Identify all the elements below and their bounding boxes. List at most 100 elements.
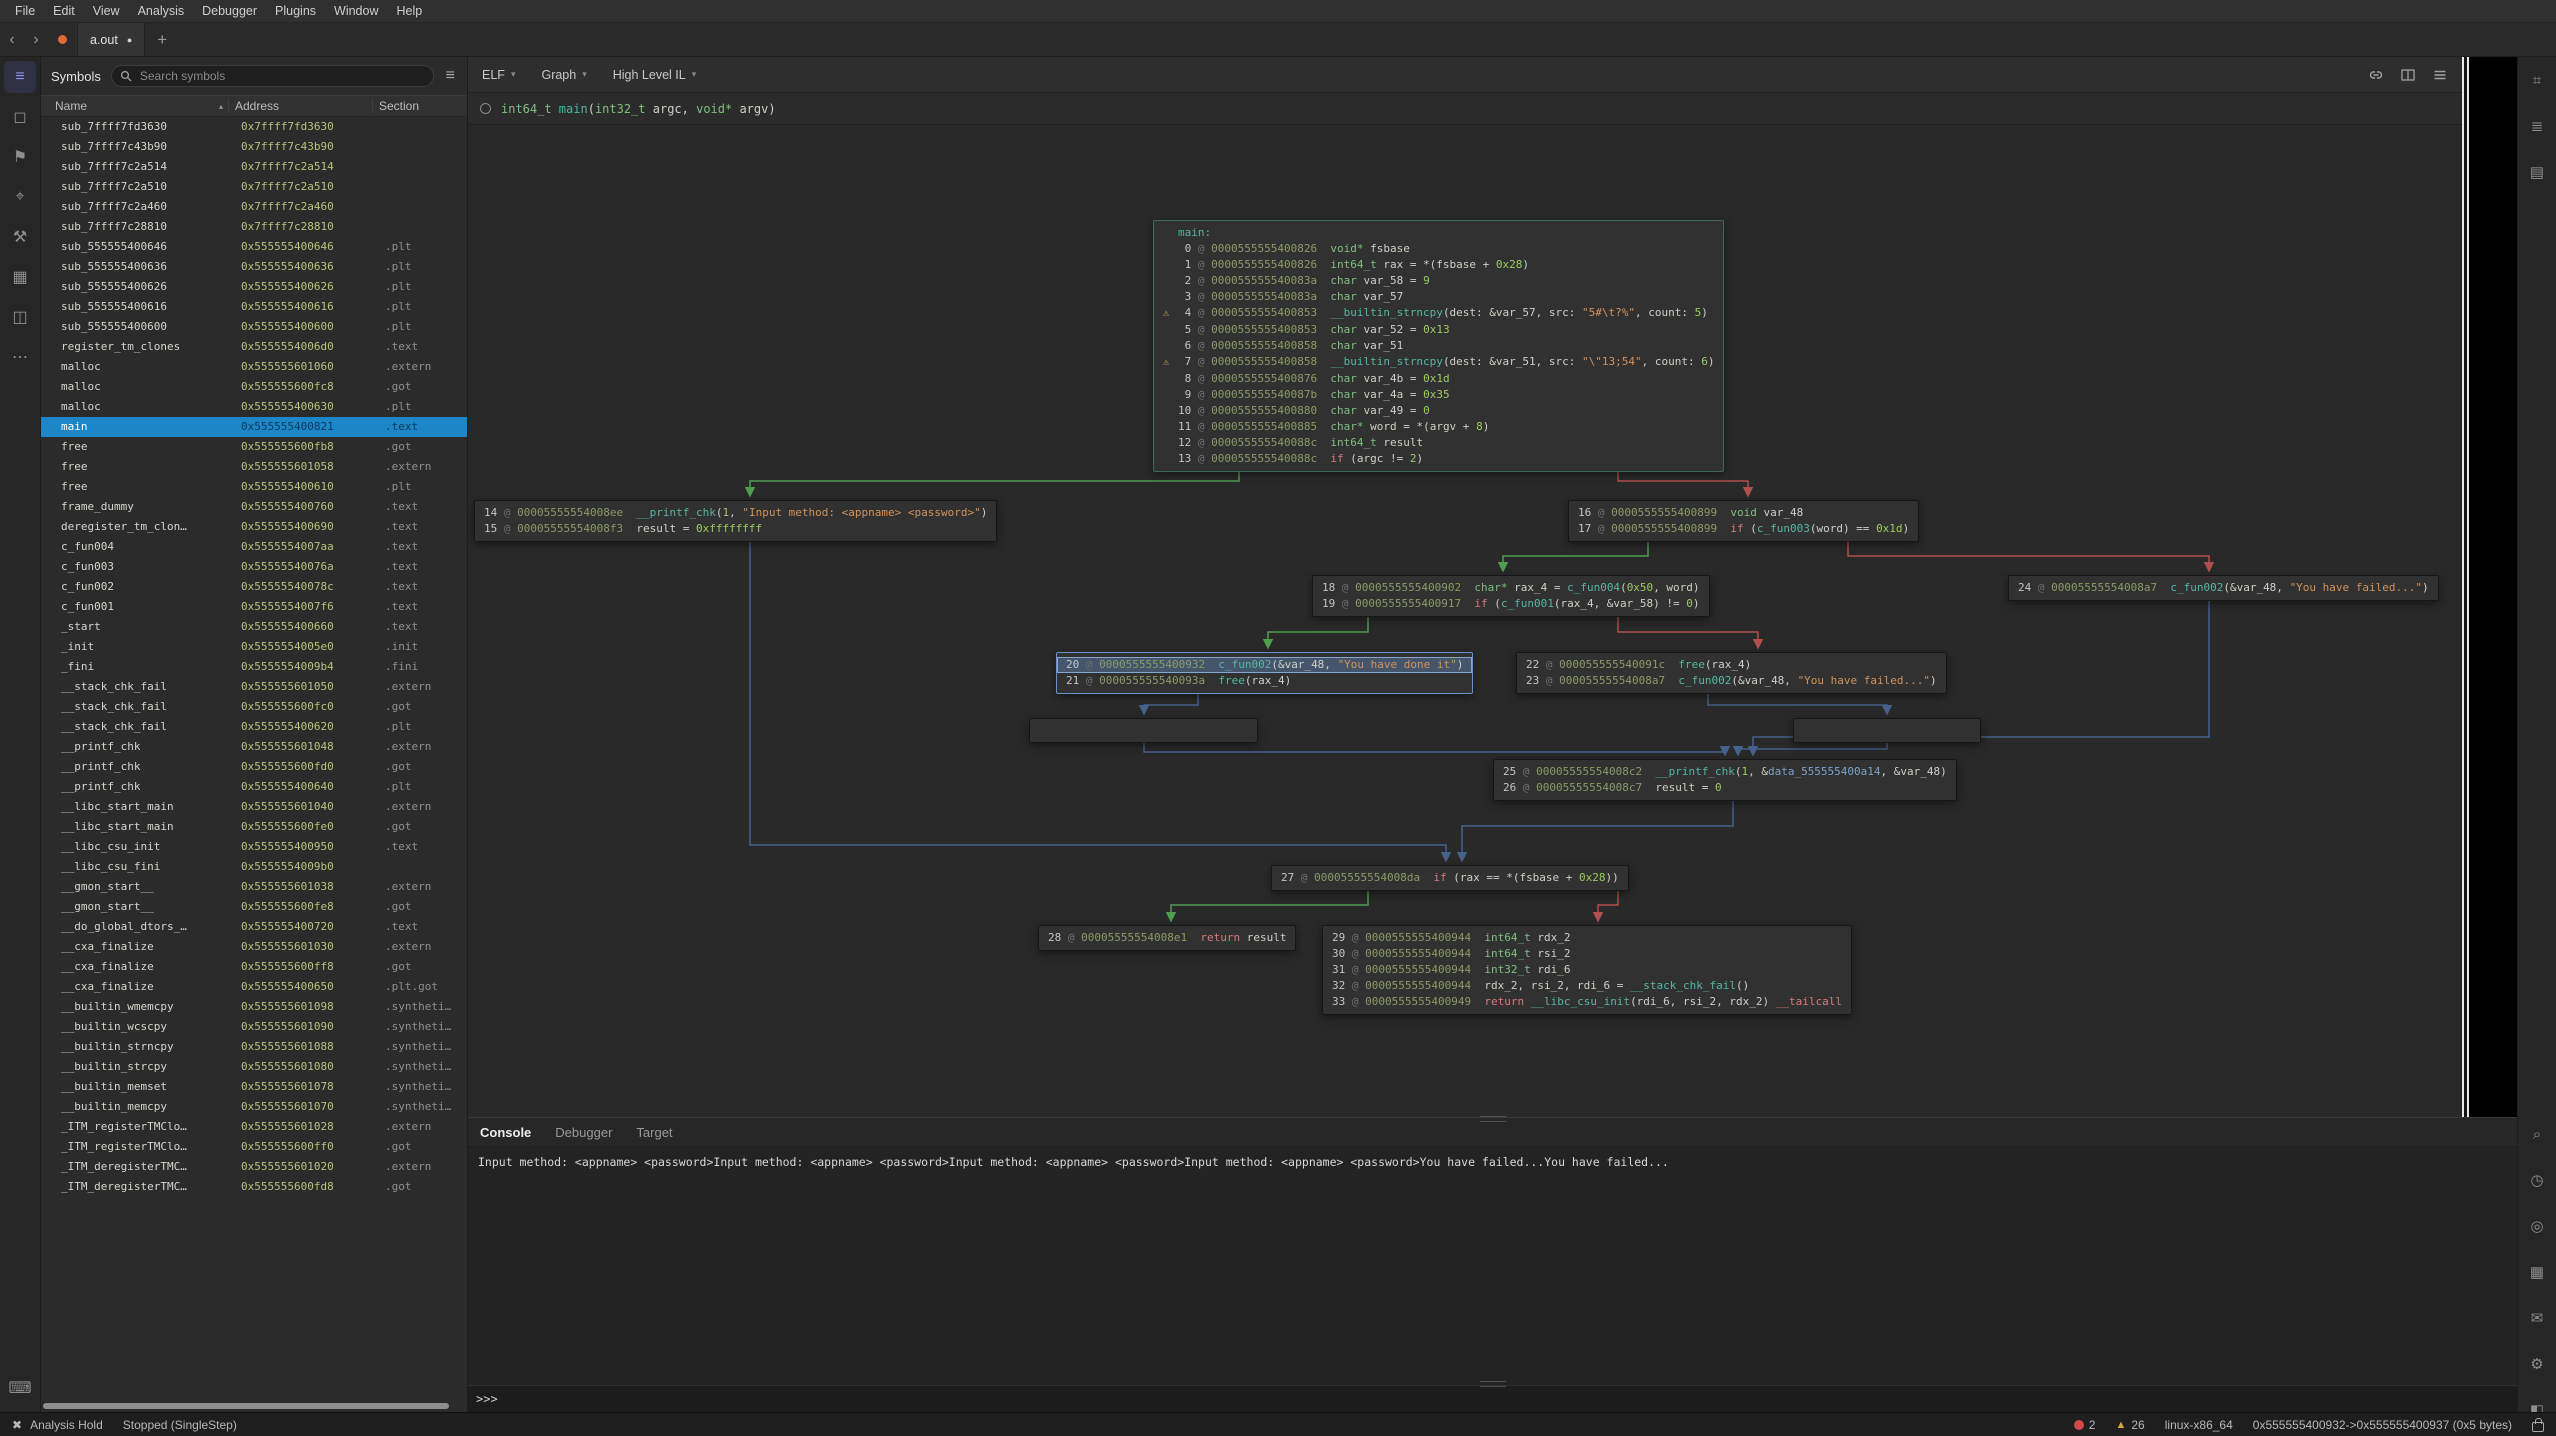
- menu-help[interactable]: Help: [388, 4, 432, 18]
- settings-icon[interactable]: ⚙: [2522, 1349, 2552, 1379]
- symbol-row[interactable]: _ITM_deregisterTMC…0x555555600fd8.got: [41, 1177, 467, 1197]
- graph-line[interactable]: 11 @ 0000555555400885 char* word = *(arg…: [1154, 419, 1723, 435]
- symbol-row[interactable]: sub_5555554006360x555555400636.plt: [41, 257, 467, 277]
- symbol-row[interactable]: __libc_csu_fini0x5555554009b0: [41, 857, 467, 877]
- find-results-icon[interactable]: ⌕: [2522, 1119, 2552, 1149]
- symbol-row[interactable]: free0x555555601058.extern: [41, 457, 467, 477]
- graph-node-b8[interactable]: 25 @ 00005555554008c2 __printf_chk(1, &d…: [1493, 759, 1957, 801]
- graph-line[interactable]: 26 @ 00005555554008c7 result = 0: [1494, 780, 1956, 796]
- symbol-row[interactable]: deregister_tm_clon…0x555555400690.text: [41, 517, 467, 537]
- symbol-row[interactable]: _ITM_registerTMClo…0x555555600ff0.got: [41, 1137, 467, 1157]
- sections-icon[interactable]: ▦: [4, 261, 36, 293]
- graph-node-main[interactable]: main: 0 @ 0000555555400826 void* fsbase …: [1153, 220, 1724, 472]
- column-header-name[interactable]: Name▴: [41, 99, 228, 113]
- graph-line[interactable]: 2 @ 000055555540083a char var_58 = 9: [1154, 273, 1723, 289]
- symbol-row[interactable]: sub_7ffff7c2a5100x7ffff7c2a510: [41, 177, 467, 197]
- symbol-row[interactable]: __printf_chk0x555555600fd0.got: [41, 757, 467, 777]
- stop-analysis-icon[interactable]: ✖: [12, 1418, 22, 1432]
- feature-map[interactable]: [2462, 57, 2517, 1117]
- symbol-row[interactable]: __printf_chk0x555555601048.extern: [41, 737, 467, 757]
- graph-line[interactable]: 1 @ 0000555555400826 int64_t rax = *(fsb…: [1154, 257, 1723, 273]
- symbol-row[interactable]: malloc0x555555601060.extern: [41, 357, 467, 377]
- graph-line[interactable]: 9 @ 000055555540087b char var_4a = 0x35: [1154, 387, 1723, 403]
- graph-canvas[interactable]: main: 0 @ 0000555555400826 void* fsbase …: [468, 125, 2462, 1117]
- console-splitter-handle[interactable]: [1480, 1116, 1506, 1122]
- graph-node-b2[interactable]: 14 @ 00005555554008ee __printf_chk(1, "I…: [474, 500, 997, 542]
- tags-icon[interactable]: ⚑: [4, 141, 36, 173]
- hscrollbar-thumb[interactable]: [43, 1403, 449, 1409]
- graph-line[interactable]: 32 @ 0000555555400944 rdx_2, rsi_2, rdi_…: [1323, 978, 1851, 994]
- symbol-row[interactable]: _fini0x5555554009b4.fini: [41, 657, 467, 677]
- graph-node-b9[interactable]: 27 @ 00005555554008da if (rax == *(fsbas…: [1271, 865, 1629, 891]
- graph-line[interactable]: 13 @ 000055555540088c if (argc != 2): [1154, 451, 1723, 467]
- console-tab-debugger[interactable]: Debugger: [555, 1125, 612, 1140]
- menu-view[interactable]: View: [84, 4, 129, 18]
- prompt-splitter-handle[interactable]: [1480, 1381, 1506, 1387]
- graph-line[interactable]: 30 @ 0000555555400944 int64_t rsi_2: [1323, 946, 1851, 962]
- symbol-row[interactable]: __builtin_memcpy0x555555601070.syntheti…: [41, 1097, 467, 1117]
- history-icon[interactable]: ◷: [2522, 1165, 2552, 1195]
- memory-map-icon[interactable]: ⌖: [4, 181, 36, 213]
- mini-graph-icon[interactable]: ◫: [4, 301, 36, 333]
- symbol-row[interactable]: __cxa_finalize0x555555600ff8.got: [41, 957, 467, 977]
- symbol-row[interactable]: sub_7ffff7c43b900x7ffff7c43b90: [41, 137, 467, 157]
- symbol-row[interactable]: c_fun0020x55555540078c.text: [41, 577, 467, 597]
- graph-node-b10[interactable]: 28 @ 00005555554008e1 return result: [1038, 925, 1296, 951]
- symbol-row[interactable]: sub_7ffff7c2a5140x7ffff7c2a514: [41, 157, 467, 177]
- menu-plugins[interactable]: Plugins: [266, 4, 325, 18]
- symbol-row[interactable]: __stack_chk_fail0x555555601050.extern: [41, 677, 467, 697]
- symbol-row[interactable]: _ITM_registerTMClo…0x555555601028.extern: [41, 1117, 467, 1137]
- graph-line[interactable]: 20 @ 0000555555400932 c_fun002(&var_48, …: [1057, 657, 1472, 673]
- graph-line[interactable]: 6 @ 0000555555400858 char var_51: [1154, 338, 1723, 354]
- memory-view-icon[interactable]: ▦: [2522, 1257, 2552, 1287]
- tab-aout[interactable]: a.out ●: [77, 23, 145, 56]
- stack-trace-icon[interactable]: ≣: [2522, 111, 2552, 141]
- types-icon[interactable]: ◻: [4, 101, 36, 133]
- terminal-icon[interactable]: ⌨: [4, 1372, 36, 1404]
- symbol-row[interactable]: __gmon_start__0x555555601038.extern: [41, 877, 467, 897]
- symbol-row[interactable]: free0x555555600fb8.got: [41, 437, 467, 457]
- graph-node-empty2[interactable]: [1793, 718, 1981, 743]
- menu-debugger[interactable]: Debugger: [193, 4, 266, 18]
- graph-node-b5[interactable]: 24 @ 00005555554008a7 c_fun002(&var_48, …: [2008, 575, 2439, 601]
- symbol-row[interactable]: free0x555555400610.plt: [41, 477, 467, 497]
- symbol-row[interactable]: sub_5555554006160x555555400616.plt: [41, 297, 467, 317]
- symbol-row[interactable]: __stack_chk_fail0x555555400620.plt: [41, 717, 467, 737]
- error-count-badge[interactable]: 2: [2074, 1418, 2096, 1432]
- symbol-row[interactable]: __do_global_dtors_…0x555555400720.text: [41, 917, 467, 937]
- symbol-row[interactable]: __cxa_finalize0x555555400650.plt.got: [41, 977, 467, 997]
- symbol-row[interactable]: __builtin_memset0x555555601078.syntheti…: [41, 1077, 467, 1097]
- notifications-icon[interactable]: ✉: [2522, 1303, 2552, 1333]
- graph-line[interactable]: 28 @ 00005555554008e1 return result: [1039, 930, 1295, 946]
- symbol-row[interactable]: sub_5555554006460x555555400646.plt: [41, 237, 467, 257]
- symbol-row[interactable]: __stack_chk_fail0x555555600fc0.got: [41, 697, 467, 717]
- graph-node-b4[interactable]: 18 @ 0000555555400902 char* rax_4 = c_fu…: [1312, 575, 1710, 617]
- menu-analysis[interactable]: Analysis: [129, 4, 194, 18]
- symbols-menu-icon[interactable]: ≡: [444, 67, 457, 85]
- graph-line[interactable]: 19 @ 0000555555400917 if (c_fun001(rax_4…: [1313, 596, 1709, 612]
- view-binary-selector[interactable]: ELF▾: [482, 68, 515, 82]
- graph-node-b7[interactable]: 22 @ 000055555540091c free(rax_4)23 @ 00…: [1516, 652, 1947, 694]
- symbol-row[interactable]: sub_5555554006260x555555400626.plt: [41, 277, 467, 297]
- menu-window[interactable]: Window: [325, 4, 387, 18]
- symbol-row[interactable]: __cxa_finalize0x555555601030.extern: [41, 937, 467, 957]
- symbol-row[interactable]: __libc_start_main0x555555600fe0.got: [41, 817, 467, 837]
- graph-line[interactable]: 3 @ 000055555540083a char var_57: [1154, 289, 1723, 305]
- function-marker-icon[interactable]: [480, 103, 491, 114]
- symbol-row[interactable]: __libc_csu_init0x555555400950.text: [41, 837, 467, 857]
- graph-line[interactable]: 24 @ 00005555554008a7 c_fun002(&var_48, …: [2009, 580, 2438, 596]
- graph-line[interactable]: 29 @ 0000555555400944 int64_t rdx_2: [1323, 930, 1851, 946]
- view-menu-icon[interactable]: [2432, 67, 2448, 83]
- symbols-icon[interactable]: ≡: [4, 61, 36, 93]
- hex-editor-icon[interactable]: ⌗: [2522, 65, 2552, 95]
- column-header-section[interactable]: Section: [372, 99, 467, 113]
- symbol-row[interactable]: register_tm_clones0x5555554006d0.text: [41, 337, 467, 357]
- lock-icon[interactable]: [2532, 1422, 2544, 1432]
- graph-node-b3[interactable]: 16 @ 0000555555400899 void var_4817 @ 00…: [1568, 500, 1919, 542]
- symbol-row[interactable]: sub_7ffff7c2a4600x7ffff7c2a460: [41, 197, 467, 217]
- menu-file[interactable]: File: [6, 4, 44, 18]
- graph-line[interactable]: 23 @ 00005555554008a7 c_fun002(&var_48, …: [1517, 673, 1946, 689]
- graph-line[interactable]: 10 @ 0000555555400880 char var_49 = 0: [1154, 403, 1723, 419]
- graph-node-b6[interactable]: 20 @ 0000555555400932 c_fun002(&var_48, …: [1056, 652, 1473, 694]
- graph-line[interactable]: 33 @ 0000555555400949 return __libc_csu_…: [1323, 994, 1851, 1010]
